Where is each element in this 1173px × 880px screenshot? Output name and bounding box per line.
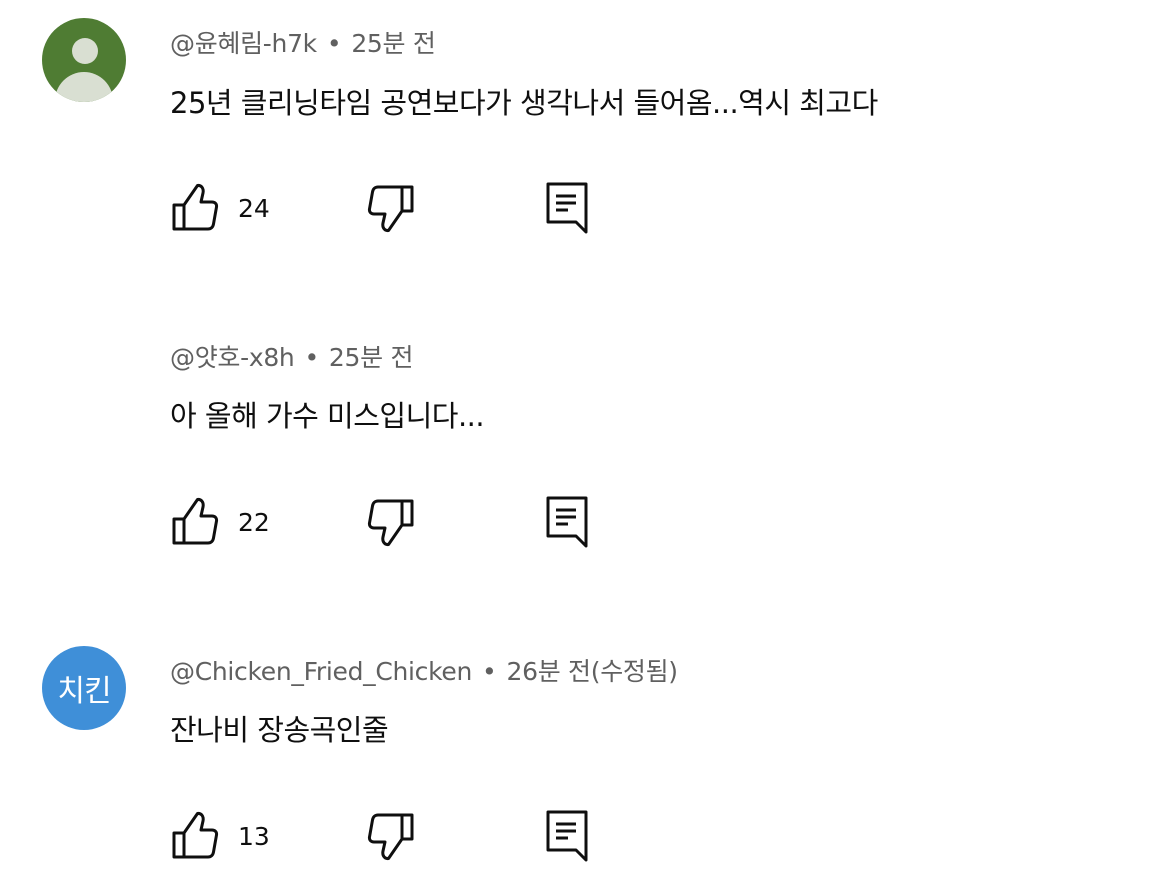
reply-button[interactable] <box>542 180 592 236</box>
like-button[interactable]: 24 <box>170 180 270 236</box>
like-count: 22 <box>238 507 270 537</box>
reply-button[interactable] <box>542 494 592 550</box>
comment-actions: 22 <box>170 494 630 550</box>
like-count: 24 <box>238 193 270 223</box>
comment-reply-icon <box>542 180 592 236</box>
reply-button[interactable] <box>542 808 592 864</box>
thumbs-down-icon <box>366 183 416 233</box>
user-shoulders-shape <box>55 72 113 102</box>
comment-actions: 24 <box>170 180 630 236</box>
avatar-label: 치킨 <box>57 674 111 709</box>
comment-reply-icon <box>542 494 592 550</box>
thumbs-up-icon <box>170 497 220 547</box>
like-count: 13 <box>238 821 270 851</box>
dislike-button[interactable] <box>366 808 416 864</box>
thumbs-up-icon <box>170 811 220 861</box>
avatar[interactable] <box>42 18 126 102</box>
comment-time[interactable]: 25분 전 <box>329 343 414 372</box>
comment-author[interactable]: @얏호-x8h <box>170 343 295 372</box>
meta-separator: • <box>326 29 342 58</box>
user-head-shape <box>72 38 98 64</box>
comment-meta: @Chicken_Fried_Chicken • 26분 전(수정됨) <box>170 652 678 688</box>
thumbs-down-icon <box>366 811 416 861</box>
comment-author[interactable]: @윤혜림-h7k <box>170 29 317 58</box>
comment-author[interactable]: @Chicken_Fried_Chicken <box>170 657 472 686</box>
thumbs-up-icon <box>170 183 220 233</box>
like-button[interactable]: 22 <box>170 494 270 550</box>
meta-separator: • <box>304 343 319 372</box>
comment-meta: @얏호-x8h • 25분 전 <box>170 338 413 374</box>
dislike-button[interactable] <box>366 180 416 236</box>
like-button[interactable]: 13 <box>170 808 270 864</box>
avatar[interactable]: 치킨 <box>42 646 126 730</box>
comment-text: 25년 클리닝타임 공연보다가 생각나서 들어옴...역시 최고다 <box>170 86 878 120</box>
comment-meta: @윤혜림-h7k • 25분 전 <box>170 24 436 60</box>
comment-actions: 13 <box>170 808 630 864</box>
meta-separator: • <box>482 657 497 686</box>
thumbs-down-icon <box>366 497 416 547</box>
dislike-button[interactable] <box>366 494 416 550</box>
comment-text: 아 올해 가수 미스입니다... <box>170 399 485 433</box>
comment-text: 잔나비 장송곡인줄 <box>170 713 389 747</box>
comment-reply-icon <box>542 808 592 864</box>
comment-time[interactable]: 25분 전 <box>351 29 436 58</box>
comment-time[interactable]: 26분 전(수정됨) <box>507 657 679 686</box>
